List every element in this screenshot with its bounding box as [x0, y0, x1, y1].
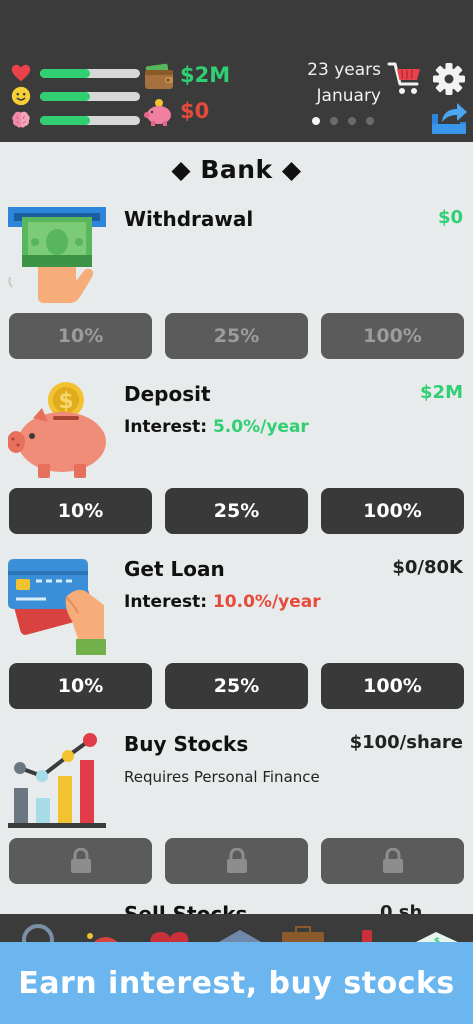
buy-stocks-section: Buy Stocks $100/share Requires Personal …	[0, 732, 473, 907]
bottom-navigation: $	[0, 914, 473, 944]
buy-stocks-locked-button-2[interactable]	[165, 838, 308, 884]
stock-chart-icon	[8, 733, 106, 828]
cash-value: $2M	[180, 63, 231, 87]
lock-icon	[382, 848, 403, 873]
share-icon[interactable]	[430, 100, 468, 136]
withdraw-25-button[interactable]: 25%	[165, 313, 308, 359]
heart-icon	[11, 64, 31, 82]
shopping-cart-icon[interactable]	[387, 60, 423, 98]
withdrawal-amount: $0	[437, 207, 463, 228]
stocks-requirement: Requires Personal Finance	[124, 768, 320, 786]
page-dot	[348, 117, 356, 125]
loan-title: Get Loan	[124, 557, 225, 581]
lock-icon	[70, 848, 91, 873]
withdraw-100-button[interactable]: 100%	[321, 313, 464, 359]
deposit-interest: Interest: 5.0%/year	[124, 417, 309, 437]
loan-section: Get Loan $0/80K Interest: 10.0%/year 10%…	[0, 557, 473, 732]
promo-banner: Earn interest, buy stocks	[0, 942, 473, 1024]
deposit-title: Deposit	[124, 382, 211, 406]
debt-display[interactable]: $0	[143, 98, 293, 130]
loan-25-button[interactable]: 25%	[165, 663, 308, 709]
loan-10-button[interactable]: 10%	[9, 663, 152, 709]
smarts-bar	[40, 116, 140, 125]
loan-100-button[interactable]: 100%	[321, 663, 464, 709]
piggy-bank-coin-icon: $	[8, 382, 106, 478]
month-label: January	[316, 86, 381, 106]
page-indicator	[312, 117, 382, 127]
loan-interest-rate: 10.0%/year	[212, 592, 321, 612]
happiness-stat[interactable]	[10, 85, 140, 107]
cash-display[interactable]: $2M	[143, 62, 293, 94]
page-title: ◆ Bank ◆	[171, 155, 302, 184]
smarts-stat[interactable]	[10, 109, 140, 131]
wallet-icon	[145, 63, 173, 89]
health-stat[interactable]	[10, 62, 140, 84]
withdrawal-title: Withdrawal	[124, 207, 254, 231]
page-dot	[330, 117, 338, 125]
debt-value: $0	[180, 99, 210, 123]
age-label: 23 years	[307, 60, 381, 80]
promo-banner-text: Earn interest, buy stocks	[18, 965, 455, 1001]
page-dot	[312, 117, 320, 125]
smiley-icon	[11, 86, 31, 106]
svg-text:$: $	[58, 389, 73, 414]
buy-stocks-title: Buy Stocks	[124, 732, 249, 756]
credit-card-icon	[8, 559, 106, 655]
deposit-section: $ Deposit $2M Interest: 5.0%/year 10% 25…	[0, 382, 473, 557]
piggy-bank-icon	[144, 99, 171, 126]
page-dot	[366, 117, 374, 125]
status-header: $2M $0 23 years January	[0, 0, 473, 142]
loan-interest-label: Interest:	[124, 592, 213, 612]
gear-icon[interactable]	[432, 62, 466, 96]
withdrawal-section: Withdrawal $0 10% 25% 100%	[0, 207, 473, 382]
loan-amount: $0/80K	[392, 557, 463, 578]
deposit-100-button[interactable]: 100%	[321, 488, 464, 534]
deposit-amount: $2M	[420, 382, 463, 403]
health-bar	[40, 69, 140, 78]
deposit-interest-rate: 5.0%/year	[212, 417, 309, 437]
atm-withdrawal-icon	[8, 207, 106, 303]
deposit-10-button[interactable]: 10%	[9, 488, 152, 534]
withdraw-10-button[interactable]: 10%	[9, 313, 152, 359]
brain-icon	[12, 111, 30, 128]
loan-interest: Interest: 10.0%/year	[124, 592, 321, 612]
lock-icon	[226, 848, 247, 873]
stock-price: $100/share	[349, 732, 463, 753]
buy-stocks-locked-button-3[interactable]	[321, 838, 464, 884]
buy-stocks-locked-button-1[interactable]	[9, 838, 152, 884]
happiness-bar	[40, 92, 140, 101]
deposit-25-button[interactable]: 25%	[165, 488, 308, 534]
deposit-interest-label: Interest:	[124, 417, 213, 437]
